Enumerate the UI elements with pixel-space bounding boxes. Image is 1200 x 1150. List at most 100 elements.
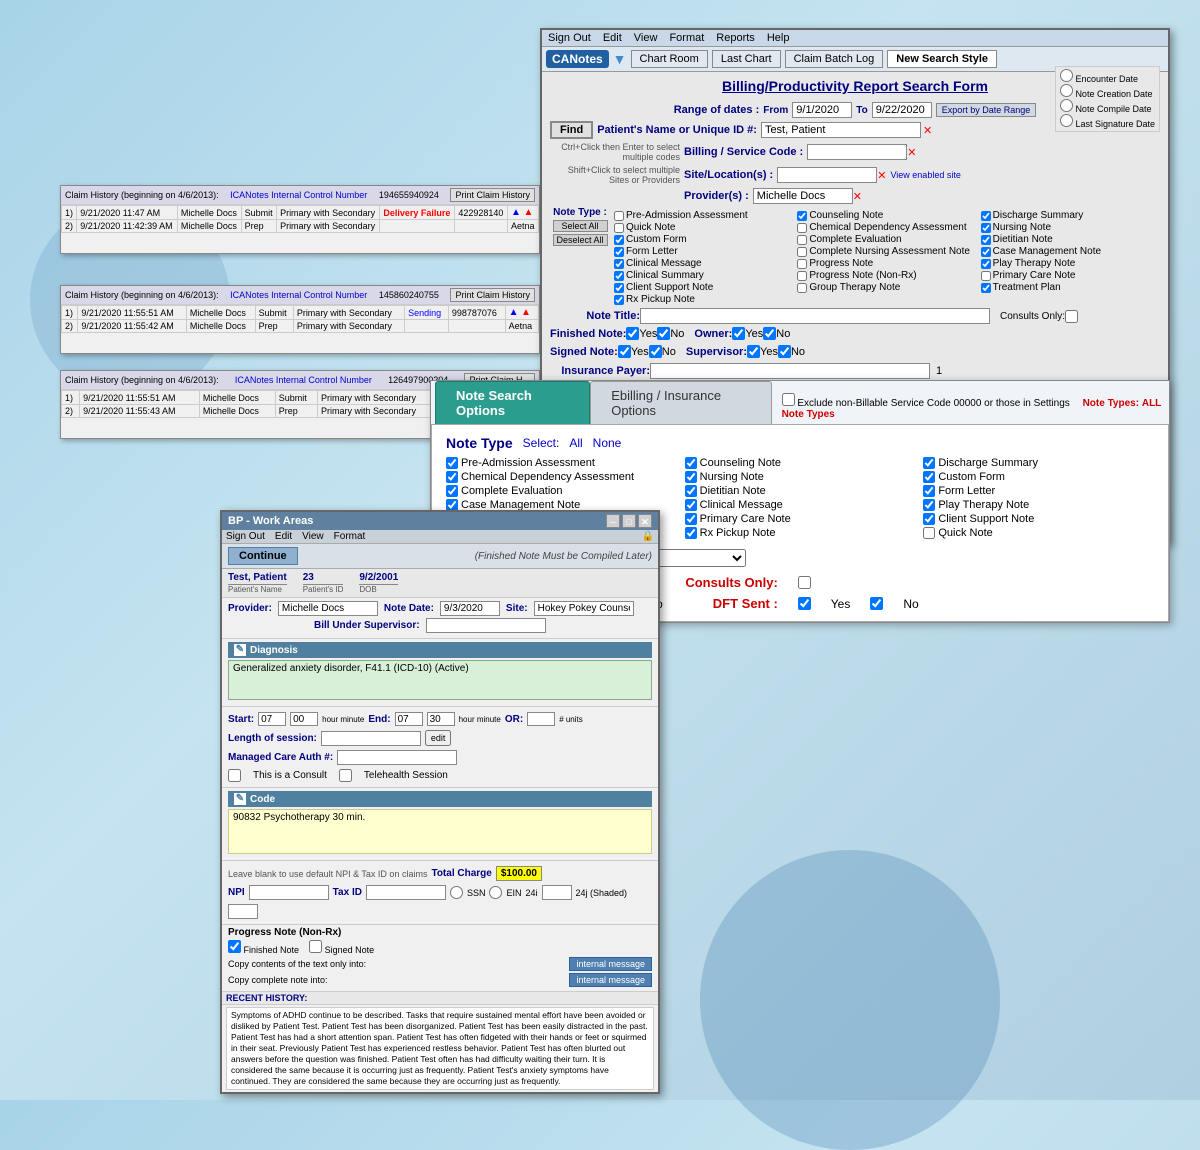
consults-only-main-cb[interactable]	[798, 576, 811, 589]
finished-no-cb[interactable]	[657, 327, 670, 340]
site-input[interactable]	[777, 167, 877, 183]
nt-chemical-cb[interactable]	[797, 223, 807, 233]
provider-input[interactable]	[753, 188, 853, 204]
print-claim-btn-1[interactable]: Print Claim History	[450, 188, 535, 202]
view-enabled-link[interactable]: View enabled site	[890, 170, 960, 180]
export-date-range-btn[interactable]: Export by Date Range	[936, 103, 1037, 117]
billing-service-input[interactable]	[807, 144, 907, 160]
supervisor-yes-cb[interactable]	[747, 345, 760, 358]
nt-play-therapy-cb[interactable]	[981, 259, 991, 269]
last-chart-btn[interactable]: Last Chart	[712, 50, 781, 68]
nt-exp-dietitian-cb[interactable]	[685, 485, 697, 497]
menu-edit[interactable]: Edit	[603, 32, 622, 44]
select-all-link[interactable]: All	[569, 436, 582, 450]
tab-note-search[interactable]: Note Search Options	[435, 381, 590, 424]
start-hour-input[interactable]	[258, 712, 286, 726]
end-min-input[interactable]	[427, 712, 455, 726]
copy-note-btn[interactable]: internal message	[569, 973, 652, 987]
nt-exp-play-therapy-cb[interactable]	[923, 499, 935, 511]
nt-exp-primary-care-cb[interactable]	[685, 513, 697, 525]
nt-exp-pre-admission-cb[interactable]	[446, 457, 458, 469]
nt-exp-counseling-cb[interactable]	[685, 457, 697, 469]
nt-exp-client-support-cb[interactable]	[923, 513, 935, 525]
nt-exp-complete-eval-cb[interactable]	[446, 485, 458, 497]
nt-quick-cb[interactable]	[614, 223, 624, 233]
nt-group-therapy-cb[interactable]	[797, 283, 807, 293]
nt-nursing-cb[interactable]	[981, 223, 991, 233]
signed-no-cb[interactable]	[649, 345, 662, 358]
maximize-btn[interactable]: □	[622, 514, 636, 528]
nt-exp-nursing-cb[interactable]	[685, 471, 697, 483]
bp-site-input[interactable]	[534, 601, 634, 616]
date-opt-creation-radio[interactable]	[1060, 84, 1073, 97]
tax-id-input[interactable]	[366, 885, 446, 900]
deselect-all-btn[interactable]: Deselect All	[553, 234, 608, 246]
nt-progress-cb[interactable]	[797, 259, 807, 269]
nt-clinical-msg-cb[interactable]	[614, 259, 624, 269]
bp-menu-format[interactable]: Format	[334, 531, 366, 542]
nt-exp-quick-cb[interactable]	[923, 527, 935, 539]
nt-dietitian-cb[interactable]	[981, 235, 991, 245]
bp-menu-signout[interactable]: Sign Out	[226, 531, 265, 542]
24j-input[interactable]	[228, 904, 258, 919]
nt-exp-form-letter-cb[interactable]	[923, 485, 935, 497]
menu-format[interactable]: Format	[669, 32, 704, 44]
claim-batch-log-btn[interactable]: Claim Batch Log	[785, 50, 884, 68]
minimize-btn[interactable]: ─	[606, 514, 620, 528]
nt-discharge-cb[interactable]	[981, 211, 991, 221]
nt-treatment-plan-cb[interactable]	[981, 283, 991, 293]
nt-client-support-cb[interactable]	[614, 283, 624, 293]
owner-yes-cb[interactable]	[732, 327, 745, 340]
nt-exp-rx-pickup-cb[interactable]	[685, 527, 697, 539]
bp-menu-edit[interactable]: Edit	[275, 531, 292, 542]
telehealth-session-cb[interactable]	[339, 769, 352, 782]
print-claim-btn-2[interactable]: Print Claim History	[450, 288, 535, 302]
exclude-nonbillable-tab-cb[interactable]	[782, 393, 795, 406]
find-button[interactable]: Find	[550, 121, 593, 139]
menu-help[interactable]: Help	[767, 32, 790, 44]
clear-billing-icon[interactable]: ✕	[907, 146, 916, 159]
copy-text-btn[interactable]: internal message	[569, 957, 652, 971]
continue-btn[interactable]: Continue	[228, 547, 298, 565]
signed-yes-cb[interactable]	[618, 345, 631, 358]
dft-no-cb[interactable]	[870, 597, 883, 610]
select-all-btn[interactable]: Select All	[553, 220, 608, 232]
nt-case-mgmt-cb[interactable]	[981, 247, 991, 257]
end-hour-input[interactable]	[395, 712, 423, 726]
ssn-radio[interactable]	[450, 886, 463, 899]
start-min-input[interactable]	[290, 712, 318, 726]
chart-room-btn[interactable]: Chart Room	[631, 50, 708, 68]
bp-supervisor-input[interactable]	[426, 618, 546, 633]
nt-custom-cb[interactable]	[614, 235, 624, 245]
date-to-input[interactable]	[872, 102, 932, 118]
menu-view[interactable]: View	[634, 32, 658, 44]
length-input[interactable]	[321, 731, 421, 746]
menu-signout[interactable]: Sign Out	[548, 32, 591, 44]
nt-exp-clinical-msg-cb[interactable]	[685, 499, 697, 511]
nt-exp-custom-cb[interactable]	[923, 471, 935, 483]
nt-exp-discharge-cb[interactable]	[923, 457, 935, 469]
consults-only-cb[interactable]	[1065, 310, 1078, 323]
date-from-input[interactable]	[792, 102, 852, 118]
clear-patient-icon[interactable]: ✕	[923, 124, 932, 137]
patient-name-input[interactable]	[761, 122, 921, 138]
clear-site-icon[interactable]: ✕	[877, 169, 886, 182]
finished-yes-cb[interactable]	[626, 327, 639, 340]
nt-primary-care-cb[interactable]	[981, 271, 991, 281]
managed-care-input[interactable]	[337, 750, 457, 765]
select-none-link[interactable]: None	[593, 436, 622, 450]
signed-note-prog-cb[interactable]	[309, 940, 322, 953]
date-opt-signature-radio[interactable]	[1060, 114, 1073, 127]
nt-counseling-cb[interactable]	[797, 211, 807, 221]
nt-exp-chemical-cb[interactable]	[446, 471, 458, 483]
note-title-input[interactable]	[640, 308, 990, 324]
bp-note-date-input[interactable]	[440, 601, 500, 616]
ins-payer-input[interactable]	[650, 363, 930, 379]
nt-pre-admission-cb[interactable]	[614, 211, 624, 221]
nt-complete-eval-cb[interactable]	[797, 235, 807, 245]
edit-btn[interactable]: edit	[425, 730, 452, 746]
nt-progress-nonrx-cb[interactable]	[797, 271, 807, 281]
bp-provider-input[interactable]	[278, 601, 378, 616]
ein-radio[interactable]	[489, 886, 502, 899]
dft-yes-cb[interactable]	[798, 597, 811, 610]
